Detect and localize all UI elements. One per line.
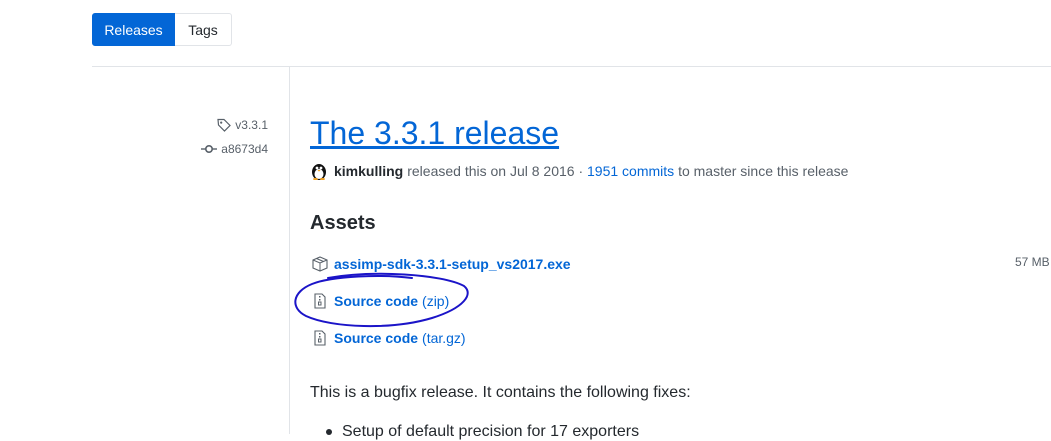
release-title[interactable]: The 3.3.1 release [310, 113, 559, 153]
source-targz-link[interactable]: Source code (tar.gz) [334, 330, 466, 346]
tab-releases[interactable]: Releases [92, 13, 175, 46]
release-tabs: Releases Tags [92, 13, 232, 46]
list-item: Setup of default precision for 17 export… [326, 423, 639, 441]
source-zip-link[interactable]: Source code (zip) [334, 293, 449, 309]
avatar[interactable] [310, 162, 328, 180]
commit-sha: a8673d4 [221, 142, 268, 156]
commit-icon [201, 142, 218, 156]
asset-item: assimp-sdk-3.3.1-setup_vs2017.exe [312, 256, 571, 272]
package-icon [312, 256, 328, 272]
header-divider [92, 66, 1051, 67]
author-link[interactable]: kimkulling [334, 163, 403, 179]
tab-tags[interactable]: Tags [175, 13, 232, 46]
asset-download-link[interactable]: assimp-sdk-3.3.1-setup_vs2017.exe [334, 256, 571, 272]
list-item-text: Setup of default precision for 17 export… [342, 423, 640, 440]
sidebar-divider [289, 67, 290, 434]
tag-link[interactable]: v3.3.1 [217, 118, 268, 132]
commit-link[interactable]: a8673d4 [201, 142, 268, 156]
asset-item: Source code (zip) [312, 293, 449, 309]
assets-heading: Assets [310, 212, 376, 234]
tag-icon [217, 118, 232, 132]
commits-suffix: to master since this release [678, 163, 849, 179]
tag-label: v3.3.1 [235, 118, 268, 132]
file-zip-icon [312, 293, 328, 309]
zip-ext: (zip) [422, 293, 450, 309]
released-text: released this on Jul 8 2016 · [407, 163, 584, 179]
asset-item: Source code (tar.gz) [312, 330, 466, 346]
commits-link[interactable]: 1951 commits [587, 163, 674, 179]
source-code-label: Source code [334, 330, 419, 346]
release-notes-intro: This is a bugfix release. It contains th… [310, 384, 691, 401]
asset-size: 57 MB [1015, 255, 1050, 269]
file-zip-icon [312, 330, 328, 346]
release-byline: kimkulling released this on Jul 8 2016 ·… [310, 162, 848, 180]
source-code-label: Source code [334, 293, 419, 309]
bullet-dot [326, 429, 332, 435]
targz-ext: (tar.gz) [422, 330, 466, 346]
